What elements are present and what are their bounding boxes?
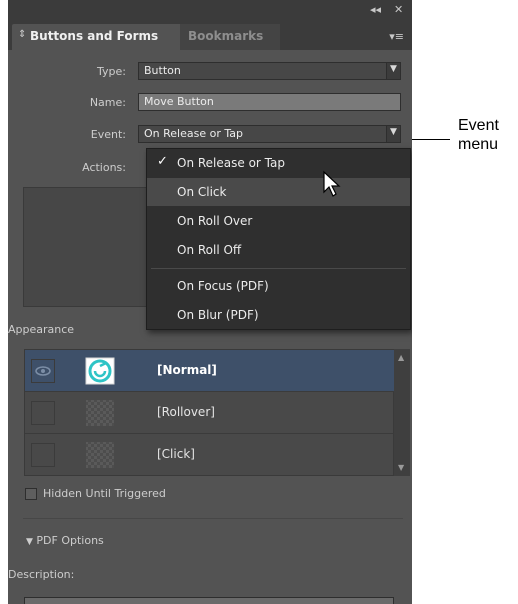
state-row-rollover[interactable]: [Rollover] xyxy=(25,392,394,434)
empty-state-thumbnail-icon xyxy=(85,441,115,469)
menu-item-on-blur-pdf[interactable]: On Blur (PDF) xyxy=(147,301,410,329)
panel-title-bar: ◂◂ ✕ xyxy=(8,0,412,22)
name-field[interactable]: Move Button xyxy=(138,93,401,111)
event-label: Event: xyxy=(90,128,126,141)
menu-item-on-click[interactable]: On Click xyxy=(147,178,410,206)
checkmark-icon: ✓ xyxy=(157,154,168,169)
scroll-down-icon[interactable]: ▼ xyxy=(398,463,404,472)
appearance-states-list: [Normal] [Rollover] [Click] xyxy=(24,349,394,476)
event-menu: ✓ On Release or Tap On Click On Roll Ove… xyxy=(146,148,411,330)
close-panel-icon[interactable]: ✕ xyxy=(394,3,403,16)
state-name: [Normal] xyxy=(157,363,217,377)
menu-item-on-roll-off[interactable]: On Roll Off xyxy=(147,236,410,264)
empty-state-thumbnail-icon xyxy=(85,399,115,427)
panel-stepper-icon: ⇕ xyxy=(18,29,27,40)
event-menu-callout: Event menu xyxy=(458,116,499,154)
description-label: Description: xyxy=(8,568,75,581)
chevron-down-icon: ▼ xyxy=(386,63,400,79)
callout-leader-line xyxy=(412,139,450,140)
visibility-toggle[interactable] xyxy=(31,401,55,425)
buttons-and-forms-panel: ◂◂ ✕ ⇕ Buttons and Forms Bookmarks ▾≡ Ty… xyxy=(8,0,412,604)
chevron-down-icon: ▼ xyxy=(386,126,400,142)
menu-item-label: On Roll Over xyxy=(177,214,253,228)
name-label: Name: xyxy=(89,96,126,109)
hidden-until-triggered-checkbox[interactable] xyxy=(25,488,37,500)
state-name: [Rollover] xyxy=(157,405,215,419)
type-label: Type: xyxy=(97,65,126,78)
tab-label: Buttons and Forms xyxy=(30,29,159,43)
panel-tab-row: ⇕ Buttons and Forms Bookmarks ▾≡ xyxy=(8,22,412,50)
event-select[interactable]: On Release or Tap ▼ xyxy=(138,125,401,143)
menu-item-label: On Roll Off xyxy=(177,243,242,257)
event-value: On Release or Tap xyxy=(144,127,243,140)
menu-item-label: On Blur (PDF) xyxy=(177,308,259,322)
tab-label: Bookmarks xyxy=(188,29,264,43)
state-row-click[interactable]: [Click] xyxy=(25,434,394,476)
callout-line-2: menu xyxy=(458,136,499,153)
type-select[interactable]: Button ▼ xyxy=(138,62,401,80)
collapse-panel-icon[interactable]: ◂◂ xyxy=(370,3,381,16)
pdf-options-toggle[interactable]: ▼ PDF Options xyxy=(26,534,104,547)
menu-item-label: On Focus (PDF) xyxy=(177,279,269,293)
states-scrollbar[interactable]: ▲ ▼ xyxy=(394,349,410,476)
pdf-options-label: PDF Options xyxy=(36,534,104,547)
scroll-up-icon[interactable]: ▲ xyxy=(398,353,404,362)
disclosure-triangle-icon: ▼ xyxy=(26,537,33,547)
state-name: [Click] xyxy=(157,447,195,461)
menu-item-label: On Click xyxy=(177,185,227,199)
menu-item-on-release-or-tap[interactable]: ✓ On Release or Tap xyxy=(147,149,410,177)
tab-bookmarks[interactable]: Bookmarks xyxy=(180,24,280,50)
mouse-pointer-icon xyxy=(323,170,341,197)
menu-item-on-focus-pdf[interactable]: On Focus (PDF) xyxy=(147,272,410,300)
type-value: Button xyxy=(144,64,181,77)
visibility-toggle[interactable] xyxy=(31,443,55,467)
name-value: Move Button xyxy=(144,95,214,108)
normal-state-thumbnail-icon xyxy=(85,357,115,385)
actions-label: Actions: xyxy=(82,161,126,174)
state-row-normal[interactable]: [Normal] xyxy=(25,350,394,392)
menu-item-label: On Release or Tap xyxy=(177,156,285,170)
hidden-until-triggered-label: Hidden Until Triggered xyxy=(43,487,166,500)
menu-separator xyxy=(151,268,406,269)
description-field[interactable] xyxy=(24,597,394,604)
tab-buttons-and-forms[interactable]: ⇕ Buttons and Forms xyxy=(12,24,182,50)
menu-item-on-roll-over[interactable]: On Roll Over xyxy=(147,207,410,235)
visibility-eye-icon[interactable] xyxy=(31,359,55,383)
panel-menu-icon[interactable]: ▾≡ xyxy=(389,30,404,43)
appearance-label: Appearance xyxy=(8,323,75,336)
callout-line-1: Event xyxy=(458,117,499,134)
section-divider xyxy=(23,518,403,519)
